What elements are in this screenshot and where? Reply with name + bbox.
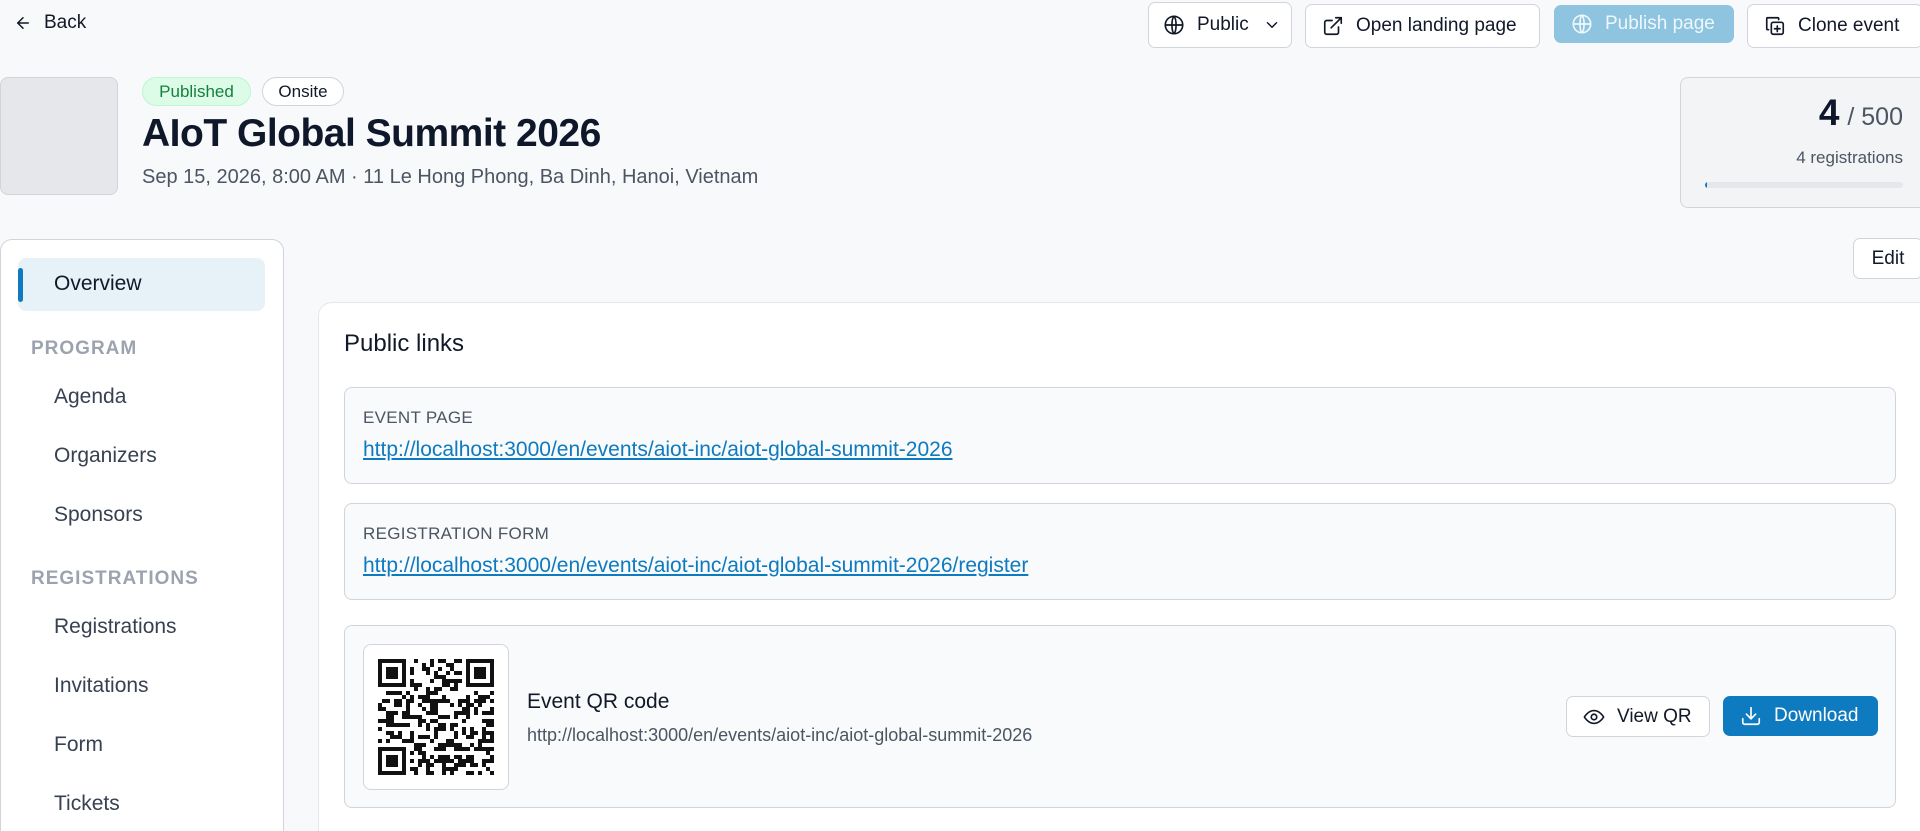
sidebar-item-form[interactable]: Form bbox=[54, 733, 103, 757]
active-indicator bbox=[18, 268, 23, 302]
event-page-link[interactable]: http://localhost:3000/en/events/aiot-inc… bbox=[363, 438, 953, 462]
arrow-left-icon bbox=[17, 17, 29, 29]
chevron-down-icon bbox=[1266, 22, 1277, 28]
registration-count: 4 bbox=[1818, 92, 1840, 133]
open-landing-page-label: Open landing page bbox=[1356, 15, 1517, 36]
publish-page-button[interactable]: Publish page bbox=[1554, 5, 1734, 43]
eye-icon bbox=[1583, 709, 1605, 724]
event-page-label: EVENT PAGE bbox=[363, 408, 474, 427]
sidebar-section-program: PROGRAM bbox=[31, 338, 138, 359]
back-label: Back bbox=[44, 12, 87, 33]
publish-page-label: Publish page bbox=[1605, 13, 1715, 34]
sidebar-item-sponsors[interactable]: Sponsors bbox=[54, 503, 143, 527]
sidebar bbox=[0, 239, 284, 831]
sidebar-item-organizers[interactable]: Organizers bbox=[54, 444, 157, 468]
event-qr-card: Event QR code http://localhost:3000/en/e… bbox=[344, 625, 1896, 808]
qr-title: Event QR code bbox=[527, 690, 670, 713]
back-button[interactable]: Back bbox=[14, 10, 86, 36]
sidebar-item-overview-label[interactable]: Overview bbox=[54, 272, 142, 296]
capacity-total: / 500 bbox=[1847, 103, 1903, 131]
capacity-progress-bar bbox=[1705, 182, 1903, 188]
registration-form-label: REGISTRATION FORM bbox=[363, 524, 550, 543]
sidebar-item-invitations[interactable]: Invitations bbox=[54, 674, 149, 698]
globe-icon bbox=[1164, 15, 1184, 35]
sidebar-item-registrations[interactable]: Registrations bbox=[54, 615, 177, 639]
capacity-label: 4 registrations bbox=[1796, 148, 1903, 167]
qr-code-image bbox=[363, 644, 509, 790]
sidebar-section-registrations: REGISTRATIONS bbox=[31, 568, 199, 589]
clone-event-label: Clone event bbox=[1798, 15, 1900, 36]
capacity-card: 4 / 500 4 registrations bbox=[1680, 77, 1920, 208]
panel-title: Public links bbox=[344, 330, 465, 357]
event-cover-image bbox=[0, 77, 118, 195]
qr-url: http://localhost:3000/en/events/aiot-inc… bbox=[527, 725, 1033, 745]
visibility-select[interactable]: Public bbox=[1148, 2, 1292, 48]
view-qr-button[interactable]: View QR bbox=[1566, 696, 1710, 737]
capacity-progress-fill bbox=[1705, 182, 1707, 188]
registration-form-link-card: REGISTRATION FORM http://localhost:3000/… bbox=[344, 503, 1896, 600]
page-title: AIoT Global Summit 2026 bbox=[142, 112, 601, 155]
view-qr-label: View QR bbox=[1617, 705, 1692, 727]
edit-label: Edit bbox=[1871, 247, 1905, 269]
status-badge: Published bbox=[142, 77, 251, 106]
copy-icon bbox=[1765, 16, 1785, 36]
visibility-label: Public bbox=[1197, 14, 1249, 35]
capacity-count: 4 / 500 bbox=[1819, 92, 1903, 134]
event-date-location: Sep 15, 2026, 8:00 AM · 11 Le Hong Phong… bbox=[142, 166, 759, 188]
sidebar-item-tickets[interactable]: Tickets bbox=[54, 792, 120, 816]
download-label: Download bbox=[1774, 705, 1859, 726]
edit-button[interactable]: Edit bbox=[1853, 238, 1920, 279]
external-link-icon bbox=[1323, 16, 1343, 36]
format-badge: Onsite bbox=[262, 77, 344, 106]
registration-form-link[interactable]: http://localhost:3000/en/events/aiot-inc… bbox=[363, 554, 1028, 578]
open-landing-page-button[interactable]: Open landing page bbox=[1305, 4, 1540, 48]
clone-event-button[interactable]: Clone event bbox=[1747, 4, 1920, 48]
download-qr-button[interactable]: Download bbox=[1723, 696, 1878, 736]
download-icon bbox=[1741, 706, 1761, 726]
globe-icon bbox=[1572, 14, 1592, 34]
qr-code-icon bbox=[378, 659, 494, 775]
sidebar-item-agenda[interactable]: Agenda bbox=[54, 385, 126, 409]
event-page-link-card: EVENT PAGE http://localhost:3000/en/even… bbox=[344, 387, 1896, 484]
